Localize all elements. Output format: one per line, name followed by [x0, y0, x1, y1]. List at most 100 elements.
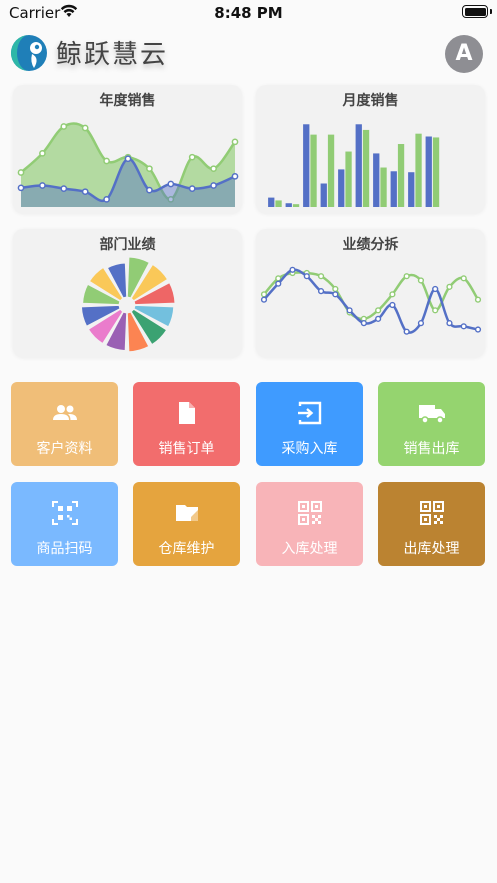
- line-point-1-2: [289, 266, 296, 273]
- bar-1-2: [310, 134, 317, 207]
- tile-outbound-processing[interactable]: 出库处理: [378, 482, 485, 566]
- tile-label: 仓库维护: [158, 541, 215, 557]
- tile-label: 客户资料: [36, 441, 93, 457]
- line-point-1-12: [432, 285, 439, 293]
- bar-0-1: [285, 203, 292, 207]
- bar-0-4: [338, 169, 345, 207]
- line-point-0-8: [375, 307, 382, 314]
- bar-1-4: [345, 151, 352, 207]
- line-series-1: [263, 268, 479, 334]
- bar-0-0: [268, 197, 275, 207]
- department-performance-card[interactable]: 部门业绩: [13, 229, 242, 357]
- bar-0-9: [425, 136, 432, 207]
- tile-product-scan[interactable]: 商品扫码: [11, 482, 118, 566]
- monthly-sales-card[interactable]: 月度销售: [256, 85, 485, 213]
- line-point-1-6: [346, 307, 353, 314]
- bar-1-9: [432, 137, 440, 207]
- line-point-0-9: [389, 291, 396, 298]
- area-point-1-1: [39, 182, 46, 189]
- line-point-0-4: [317, 273, 325, 280]
- bar-0-6: [373, 153, 380, 207]
- tile-label: 销售出库: [403, 441, 460, 457]
- battery-cap: [490, 9, 492, 14]
- app-header: 鲸跃慧云 A: [0, 28, 497, 78]
- area-point-0-9: [210, 165, 217, 173]
- line-point-1-7: [360, 320, 367, 327]
- area-point-1-4: [103, 195, 110, 203]
- line-point-0-12: [432, 307, 439, 314]
- area-point-1-10: [231, 172, 239, 180]
- bar-1-3: [327, 134, 335, 207]
- qr-icon: [256, 500, 363, 526]
- line-point-1-1: [275, 280, 282, 287]
- area-point-1-6: [146, 186, 153, 194]
- bar-1-0: [275, 200, 282, 207]
- bar-1-1: [292, 204, 300, 207]
- line-point-0-13: [446, 283, 453, 290]
- line-point-1-13: [446, 320, 453, 327]
- tile-customer-info[interactable]: 客户资料: [11, 382, 118, 466]
- line-point-1-3: [303, 273, 310, 280]
- tile-label: 采购入库: [281, 441, 338, 457]
- line-point-1-10: [403, 328, 410, 335]
- performance-breakdown-card[interactable]: 业绩分拆: [256, 229, 485, 357]
- area-point-0-6: [146, 165, 153, 173]
- bar-1-7: [397, 144, 405, 207]
- avatar[interactable]: A: [445, 35, 483, 73]
- app-logo: [11, 35, 47, 71]
- annual-sales-title: 年度销售: [99, 93, 156, 109]
- annual-sales-card[interactable]: 年度销售: [13, 85, 242, 213]
- tile-purchase-inbound[interactable]: 采购入库: [256, 382, 363, 466]
- area-point-0-3: [81, 124, 89, 132]
- line-point-1-8: [375, 315, 382, 322]
- folder-icon: [133, 500, 240, 526]
- tile-inbound-processing[interactable]: 入库处理: [256, 482, 363, 566]
- tile-label: 出库处理: [403, 541, 460, 557]
- users-icon: [11, 400, 118, 426]
- truck-icon: [378, 400, 485, 426]
- area-point-0-8: [188, 153, 196, 161]
- bar-0-3: [320, 183, 327, 207]
- bar-0-2: [303, 124, 310, 207]
- performance-breakdown-title: 业绩分拆: [342, 237, 399, 253]
- line-point-0-11: [417, 277, 425, 284]
- area-point-1-5: [124, 155, 132, 163]
- department-performance-title: 部门业绩: [99, 237, 156, 253]
- area-point-1-3: [81, 188, 89, 196]
- line-point-0-10: [403, 273, 410, 280]
- line-point-0-15: [474, 296, 482, 303]
- line-point-0-14: [460, 275, 467, 282]
- tile-sales-order[interactable]: 销售订单: [133, 382, 240, 466]
- area-point-0-2: [60, 123, 68, 130]
- line-point-1-5: [332, 291, 339, 298]
- bar-0-7: [390, 171, 397, 207]
- area-point-0-1: [39, 149, 46, 157]
- area-point-0-4: [103, 157, 110, 165]
- bar-1-8: [415, 133, 422, 207]
- line-point-1-9: [389, 301, 396, 309]
- scan-qr-icon: [11, 500, 118, 526]
- area-point-1-9: [210, 182, 217, 189]
- line-point-1-11: [417, 320, 425, 327]
- area-point-0-0: [17, 169, 25, 176]
- line-point-1-0: [260, 296, 268, 303]
- tile-warehouse-maintenance[interactable]: 仓库维护: [133, 482, 240, 566]
- clock: 8:48 PM: [214, 4, 283, 22]
- line-point-1-4: [317, 288, 325, 295]
- tile-label: 商品扫码: [36, 541, 93, 557]
- monthly-sales-title: 月度销售: [342, 93, 399, 109]
- inbox-arrow-icon: [256, 400, 363, 426]
- qr-icon: [378, 500, 485, 526]
- app-title: 鲸跃慧云: [56, 40, 169, 70]
- document-icon: [133, 400, 240, 426]
- bar-1-5: [362, 129, 370, 207]
- area-point-0-10: [231, 138, 239, 146]
- line-point-0-5: [332, 285, 339, 293]
- tile-label: 销售订单: [158, 441, 215, 457]
- bar-1-6: [380, 167, 387, 207]
- status-bar: Carrier 8:48 PM: [0, 0, 497, 26]
- battery-icon: [462, 5, 488, 18]
- area-point-1-0: [17, 184, 25, 192]
- tile-label: 入库处理: [281, 541, 338, 557]
- tile-sales-outbound[interactable]: 销售出库: [378, 382, 485, 466]
